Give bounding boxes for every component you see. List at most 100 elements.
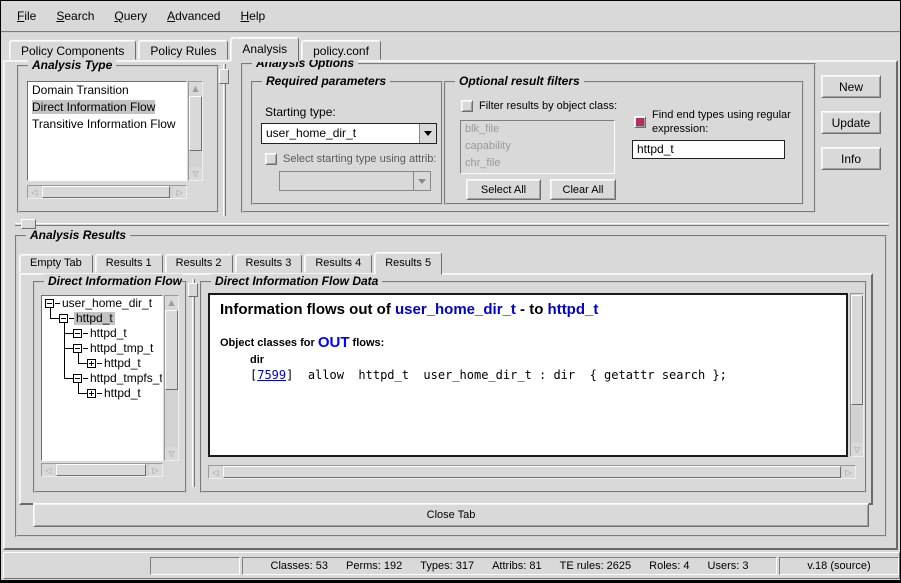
flow-data-frame: Direct Information Flow Data Information… — [200, 281, 867, 493]
new-button[interactable]: New — [821, 75, 881, 98]
results-tab-results-5[interactable]: Results 5 — [374, 252, 442, 275]
tab-analysis[interactable]: Analysis — [230, 37, 299, 62]
chevron-down-icon — [424, 131, 432, 136]
attrib-combobox[interactable] — [279, 171, 431, 191]
tree-hscrollbar[interactable]: ◁ ▷ — [41, 463, 163, 477]
scrollbar-thumb[interactable] — [851, 295, 863, 405]
results-tab-results-2[interactable]: Results 2 — [165, 254, 233, 273]
clear-all-button[interactable]: Clear All — [550, 179, 616, 200]
tab-policy-components[interactable]: Policy Components — [9, 40, 136, 60]
analysis-type-listbox: Domain TransitionDirect Information Flow… — [27, 81, 187, 181]
scroll-up-icon[interactable]: ▲ — [165, 296, 178, 309]
analysis-results-title: Analysis Results — [26, 228, 130, 242]
flow-header: Information flows out of user_home_dir_t… — [220, 301, 846, 318]
tree-node-httpd-t[interactable]: httpd_t — [88, 327, 129, 340]
combo-dropdown-button[interactable] — [419, 124, 436, 143]
scroll-down-icon[interactable]: ▽ — [851, 443, 863, 456]
object-class-listbox: blk_filecapabilitychr_file — [460, 120, 615, 174]
analysis-type-title: Analysis Type — [28, 58, 116, 72]
scrollbar-thumb[interactable] — [189, 96, 202, 151]
regex-checkbox[interactable] — [634, 116, 646, 128]
scrollbar-thumb[interactable] — [223, 466, 841, 478]
analysis-type-frame: Analysis Type Domain TransitionDirect In… — [17, 65, 219, 213]
optional-filters-frame: Optional result filters Filter results b… — [444, 81, 804, 205]
tab-policy-rules[interactable]: Policy Rules — [138, 40, 228, 60]
pane-sash-vertical[interactable] — [223, 64, 226, 216]
tree-expand-icon[interactable] — [87, 359, 96, 368]
pane-sash-horizontal[interactable] — [15, 223, 889, 226]
tree-vscrollbar[interactable]: ▲ ▽ — [164, 295, 179, 461]
apol-window: FileSearchQueryAdvancedHelp Policy Compo… — [0, 0, 901, 583]
tree-expand-icon[interactable] — [87, 389, 96, 398]
menu-file[interactable]: File — [7, 6, 46, 26]
update-button[interactable]: Update — [821, 111, 881, 134]
flow-tree-frame: Direct Information Flow Tree user_home_d… — [33, 281, 187, 493]
status-stat: Perms: 192 — [346, 560, 402, 572]
status-stat: Classes: 53 — [271, 560, 328, 572]
tree-node-user-home-dir-t[interactable]: user_home_dir_t — [60, 297, 154, 310]
scroll-down-icon[interactable]: ▽ — [165, 447, 178, 460]
regex-input[interactable]: httpd_t — [632, 140, 785, 159]
analysis-tab-page: Analysis Type Domain TransitionDirect In… — [3, 60, 898, 550]
scroll-right-icon[interactable]: ▷ — [173, 186, 186, 198]
scroll-up-icon[interactable]: ▲ — [189, 82, 202, 95]
select-all-button[interactable]: Select All — [466, 179, 541, 200]
results-sash-handle[interactable] — [188, 283, 198, 297]
menu-advanced[interactable]: Advanced — [157, 6, 230, 26]
tree-node-httpd-t[interactable]: httpd_t — [102, 357, 143, 370]
scroll-right-icon[interactable]: ▷ — [842, 466, 855, 478]
rule-number-link[interactable]: 7599 — [257, 368, 286, 382]
chevron-down-icon — [418, 179, 426, 184]
scroll-left-icon[interactable]: ◁ — [28, 186, 41, 198]
results-tab-results-1[interactable]: Results 1 — [95, 254, 163, 273]
results-tab-results-3[interactable]: Results 3 — [235, 254, 303, 273]
object-class-item: chr_file — [461, 155, 614, 172]
regex-checkbox-label: Find end types using regular expression: — [652, 108, 804, 136]
object-class-item: blk_file — [461, 121, 614, 138]
menu-query[interactable]: Query — [104, 6, 157, 26]
scroll-right-icon[interactable]: ▷ — [149, 464, 162, 476]
tree-collapse-icon[interactable] — [73, 344, 82, 353]
scroll-down-icon[interactable]: ▽ — [189, 167, 202, 180]
pane-sash-handle[interactable] — [219, 69, 229, 84]
analysis-type-vscrollbar[interactable]: ▲ ▽ — [188, 81, 203, 181]
filter-by-class-checkbox[interactable] — [461, 100, 473, 112]
tree-collapse-icon[interactable] — [73, 374, 82, 383]
tab-policy-conf[interactable]: policy.conf — [301, 40, 381, 60]
optional-filters-title: Optional result filters — [455, 74, 584, 88]
results-tab-empty-tab[interactable]: Empty Tab — [19, 254, 93, 273]
analysis-type-hscrollbar[interactable]: ◁ ▷ — [27, 185, 187, 199]
pane-sash-handle[interactable] — [21, 219, 36, 229]
combo-dropdown-button[interactable] — [413, 172, 430, 190]
starting-type-value: user_home_dir_t — [262, 124, 419, 143]
scrollbar-thumb[interactable] — [165, 310, 178, 390]
tree-node-httpd-tmp-t[interactable]: httpd_tmp_t — [88, 342, 155, 355]
object-classes-line: Object classes for OUT flows: — [220, 334, 846, 351]
scroll-left-icon[interactable]: ◁ — [42, 464, 55, 476]
tree-collapse-icon[interactable] — [59, 314, 68, 323]
close-tab-button[interactable]: Close Tab — [33, 503, 869, 527]
results-sash-vertical[interactable] — [192, 279, 195, 487]
status-stats: Classes: 53Perms: 192Types: 317Attribs: … — [242, 557, 777, 575]
analysis-type-item[interactable]: Domain Transition — [28, 82, 186, 99]
scroll-left-icon[interactable]: ◁ — [209, 466, 222, 478]
object-class-item: capability — [461, 138, 614, 155]
data-hscrollbar[interactable]: ◁ ▷ — [208, 465, 856, 479]
menu-help[interactable]: Help — [230, 6, 275, 26]
starting-type-combobox[interactable]: user_home_dir_t — [261, 123, 437, 144]
tree-collapse-icon[interactable] — [73, 329, 82, 338]
menu-search[interactable]: Search — [46, 6, 104, 26]
scrollbar-thumb[interactable] — [42, 186, 170, 198]
tree-node-httpd-t[interactable]: httpd_t — [74, 312, 115, 325]
scrollbar-thumb[interactable] — [56, 464, 146, 476]
tree-node-httpd-tmpfs-t[interactable]: httpd_tmpfs_t — [88, 372, 163, 385]
tree-collapse-icon[interactable] — [45, 299, 54, 308]
info-button[interactable]: Info — [821, 147, 881, 170]
data-vscrollbar[interactable]: ▽ — [850, 293, 864, 457]
analysis-type-item[interactable]: Direct Information Flow — [28, 99, 186, 116]
attrib-checkbox[interactable] — [265, 153, 277, 165]
analysis-type-item[interactable]: Transitive Information Flow — [28, 116, 186, 133]
tree-node-httpd-t[interactable]: httpd_t — [102, 387, 143, 400]
flow-tree-title: Direct Information Flow Tree — [44, 274, 182, 288]
results-tab-results-4[interactable]: Results 4 — [304, 254, 372, 273]
